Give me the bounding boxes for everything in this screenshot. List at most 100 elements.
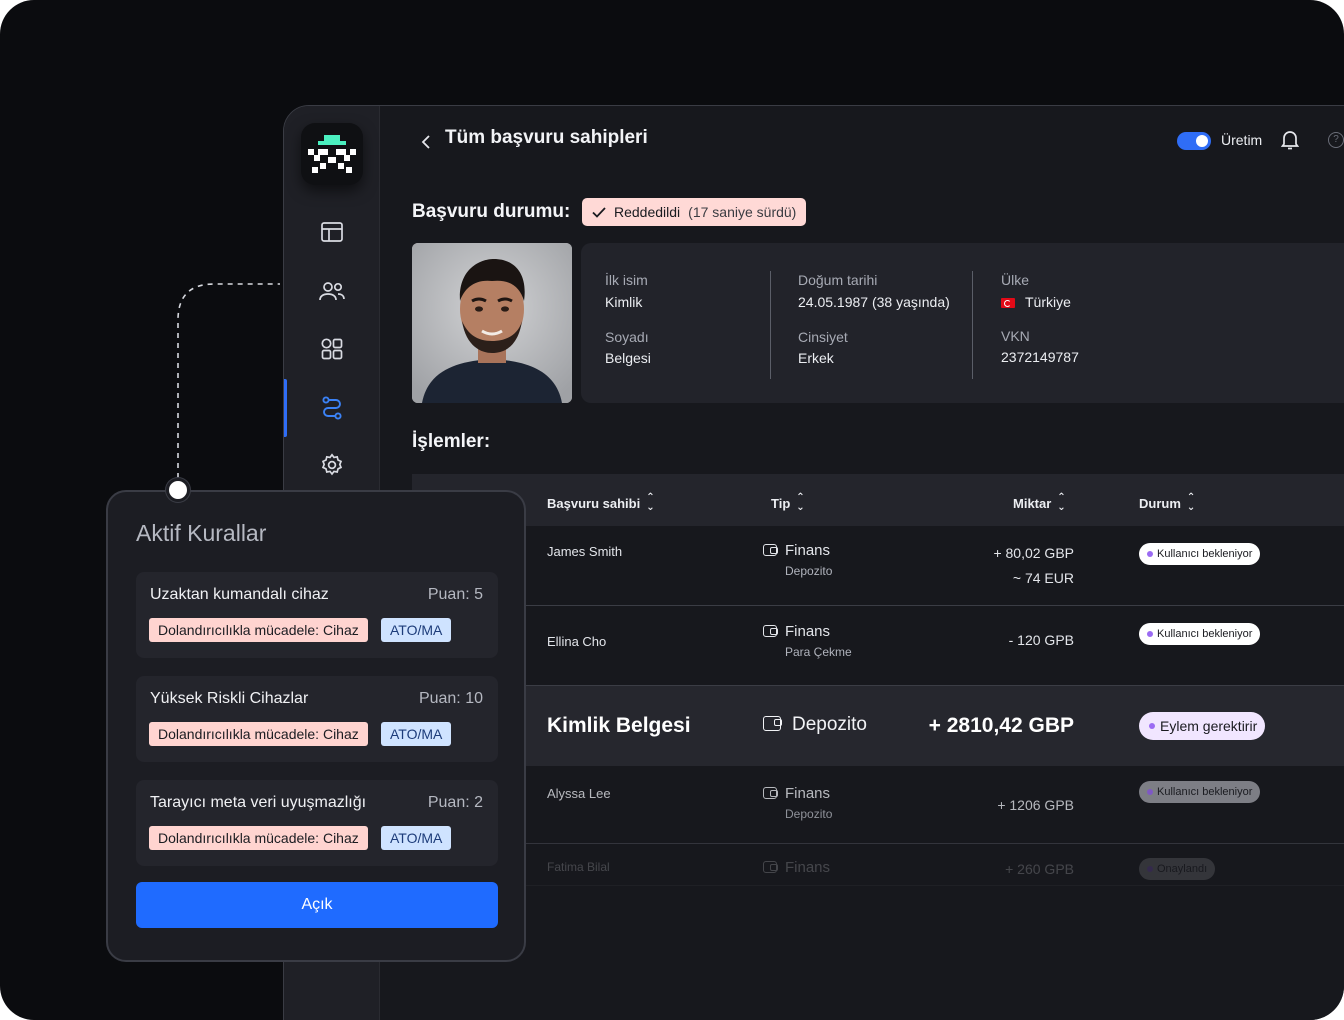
users-icon (319, 282, 345, 301)
status-badge: Reddedildi (17 saniye sürdü) (582, 198, 807, 226)
info-divider (972, 271, 973, 379)
applicant-photo (412, 243, 572, 403)
column-amount[interactable]: Miktar ⌃ ⌄ (1013, 493, 1066, 513)
check-icon (592, 206, 606, 218)
dob-value: 24.05.1987 (38 yaşında) (798, 294, 950, 310)
rules-title: Aktif Kurallar (136, 520, 267, 546)
rule-type-tag: ATO/MA (381, 826, 452, 850)
rule-name: Yüksek Riskli Cihazlar (150, 690, 309, 707)
status-pill: Onaylandı (1139, 858, 1216, 880)
rule-card[interactable]: Uzaktan kumandalı cihaz Puan: 5 Dolandır… (136, 572, 498, 658)
row-amount: + 260 GPB (1005, 861, 1074, 877)
table-header: Başvuru sahibi ⌃ ⌄ Tip ⌃ ⌄ Miktar ⌃ ⌄ Durum ⌃ ⌄ (412, 474, 1344, 526)
table-row[interactable]: Fatima Bilal Finans + 260 GPB Onaylandı (412, 844, 1344, 886)
active-rules-panel: Aktif Kurallar Uzaktan kumandalı cihaz P… (106, 490, 526, 962)
row-type: Finans (763, 785, 830, 802)
country-name: Türkiye (1025, 294, 1071, 310)
wallet-icon (763, 544, 778, 556)
info-divider (770, 271, 771, 379)
sidebar-item-dashboard[interactable] (284, 208, 380, 256)
rule-type-tag: ATO/MA (381, 722, 452, 746)
help-icon[interactable]: ? (1328, 132, 1344, 148)
bell-icon (1280, 131, 1300, 150)
row-applicant: Fatima Bilal (547, 860, 610, 874)
row-subtype: Depozito (785, 564, 833, 578)
notifications-button[interactable] (1280, 130, 1300, 155)
sidebar-item-flows[interactable] (284, 379, 380, 437)
row-amount: - 120 GPB (1008, 632, 1074, 648)
row-type: Finans (763, 859, 830, 876)
sidebar-item-apps[interactable] (284, 325, 380, 373)
connector-node (166, 478, 190, 502)
wallet-icon (763, 716, 782, 731)
row-applicant: Ellina Cho (547, 634, 607, 649)
flow-icon (322, 396, 342, 420)
first-name-label: İlk isim (605, 272, 648, 288)
tax-id-value: 2372149787 (1001, 349, 1079, 365)
gear-icon (321, 453, 343, 476)
sort-icon: ⌃ ⌄ (1057, 492, 1066, 513)
column-status[interactable]: Durum ⌃ ⌄ (1139, 493, 1195, 513)
row-subtype: Para Çekme (785, 645, 852, 659)
row-applicant: Alyssa Lee (547, 786, 611, 801)
environment-label: Üretim (1221, 132, 1263, 148)
row-amount: + 80,02 GBP (993, 545, 1074, 561)
sidebar-item-applicants[interactable] (284, 267, 380, 315)
layout-icon (321, 222, 343, 242)
rule-category-tag: Dolandırıcılıkla mücadele: Cihaz (149, 722, 368, 746)
row-type: Finans (763, 623, 830, 640)
status-pill: Eylem gerektirir (1139, 712, 1266, 740)
table-row[interactable]: Ellina Cho Finans Para Çekme - 120 GPB K… (412, 606, 1344, 686)
column-applicant[interactable]: Başvuru sahibi ⌃ ⌄ (547, 493, 655, 513)
sort-icon: ⌃ ⌄ (646, 492, 655, 513)
row-applicant: James Smith (547, 544, 623, 559)
apps-icon (321, 338, 343, 360)
table-row[interactable]: Alyssa Lee Finans Depozito + 1206 GPB Ku… (412, 766, 1344, 844)
row-type: Depozito (763, 714, 867, 736)
transactions-title: İşlemler: (412, 431, 491, 452)
row-type: Finans (763, 542, 830, 559)
rule-score: Puan: 10 (418, 690, 483, 707)
status-label: Başvuru durumu: (412, 201, 571, 222)
wallet-icon (763, 787, 778, 799)
last-name-value: Belgesi (605, 350, 651, 366)
wallet-icon (763, 625, 778, 637)
status-badge-detail: (17 saniye sürdü) (688, 204, 797, 220)
gender-label: Cinsiyet (798, 329, 848, 345)
sidebar-item-settings[interactable] (284, 441, 380, 489)
logo-icon[interactable] (301, 123, 363, 185)
rule-name: Uzaktan kumandalı cihaz (150, 586, 329, 603)
rule-category-tag: Dolandırıcılıkla mücadele: Cihaz (149, 618, 368, 642)
status-pill: Kullanıcı bekleniyor (1139, 623, 1261, 645)
status-badge-text: Reddedildi (614, 204, 681, 220)
page-title[interactable]: Tüm başvuru sahipleri (445, 127, 648, 149)
rule-type-tag: ATO/MA (381, 618, 452, 642)
status-pill: Kullanıcı bekleniyor (1139, 543, 1261, 565)
row-amount: + 1206 GPB (997, 797, 1074, 813)
rule-card[interactable]: Tarayıcı meta veri uyuşmazlığı Puan: 2 D… (136, 780, 498, 866)
country-value: Türkiye (1001, 294, 1071, 310)
rule-score: Puan: 2 (427, 794, 483, 811)
applicant-info-card: İlk isim Kimlik Soyadı Belgesi Doğum tar… (581, 243, 1344, 403)
row-applicant: Kimlik Belgesi (547, 714, 691, 737)
last-name-label: Soyadı (605, 329, 649, 345)
rule-category-tag: Dolandırıcılıkla mücadele: Cihaz (149, 826, 368, 850)
tax-id-label: VKN (1001, 328, 1030, 344)
table-row-highlighted[interactable]: Kimlik Belgesi Depozito + 2810,42 GBP Ey… (412, 686, 1344, 766)
column-type[interactable]: Tip ⌃ ⌄ (771, 493, 805, 513)
rule-score: Puan: 5 (427, 586, 483, 603)
turkey-flag-icon (1001, 298, 1015, 308)
row-amount: + 2810,42 GBP (928, 714, 1074, 737)
environment-toggle[interactable] (1177, 132, 1211, 150)
stage: Tüm başvuru sahipleri Üretim ? Başvuru d… (0, 0, 1344, 1020)
open-button[interactable]: Açık (136, 882, 498, 928)
country-label: Ülke (1001, 272, 1030, 288)
rule-card[interactable]: Yüksek Riskli Cihazlar Puan: 10 Dolandır… (136, 676, 498, 762)
first-name-value: Kimlik (605, 294, 643, 310)
status-pill: Kullanıcı bekleniyor (1139, 781, 1261, 803)
row-amount-converted: ~ 74 EUR (1012, 570, 1074, 586)
back-button[interactable] (414, 130, 438, 154)
dob-label: Doğum tarihi (798, 272, 878, 288)
table-row[interactable]: James Smith Finans Depozito + 80,02 GBP … (412, 526, 1344, 606)
rule-name: Tarayıcı meta veri uyuşmazlığı (150, 794, 367, 811)
